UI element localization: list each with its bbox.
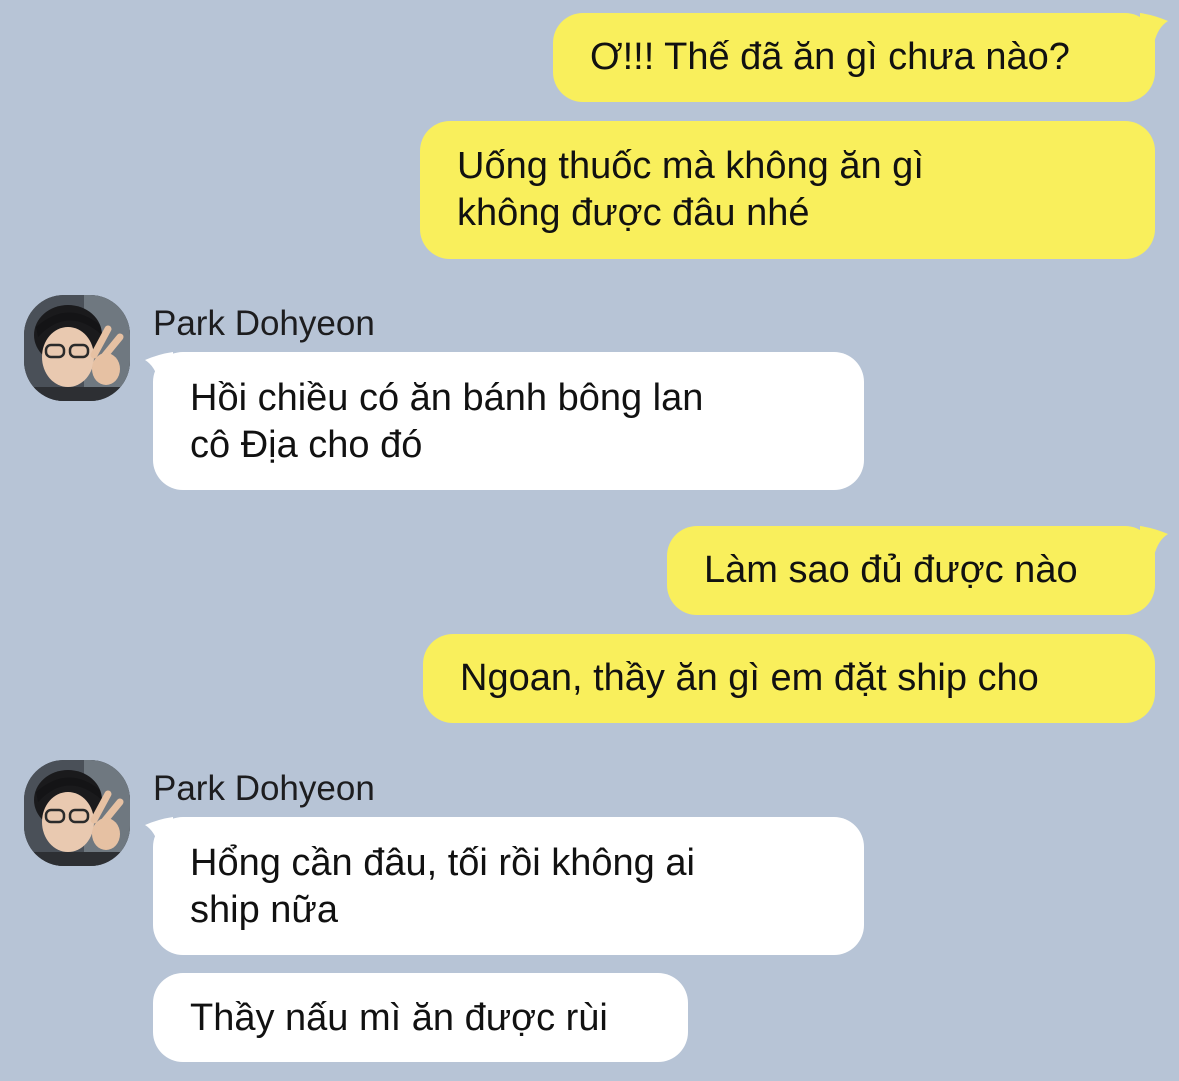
message-text: cô Địa cho đó xyxy=(190,424,423,466)
message-text: Hồi chiều có ăn bánh bông lan xyxy=(190,377,704,419)
incoming-message-bubble[interactable]: Hồi chiều có ăn bánh bông lan cô Địa cho… xyxy=(153,352,864,490)
message-text: không được đâu nhé xyxy=(457,192,810,234)
profile-photo-avatar-icon xyxy=(24,760,130,866)
avatar[interactable] xyxy=(24,295,130,401)
message-text: Ngoan, thầy ăn gì em đặt ship cho xyxy=(460,657,1039,699)
bubble-tail-icon xyxy=(1140,13,1168,43)
avatar[interactable] xyxy=(24,760,130,866)
outgoing-message-bubble[interactable]: Uống thuốc mà không ăn gì không được đâu… xyxy=(420,121,1155,259)
bubble-tail-icon xyxy=(1140,526,1168,556)
bubble-tail-icon xyxy=(145,817,173,847)
message-text: Thầy nấu mì ăn được rùi xyxy=(190,997,608,1039)
profile-photo-avatar-icon xyxy=(24,295,130,401)
message-text: Hổng cần đâu, tối rồi không ai xyxy=(190,842,695,884)
message-text: Uống thuốc mà không ăn gì xyxy=(457,145,924,187)
outgoing-message-bubble[interactable]: Ơ!!! Thế đã ăn gì chưa nào? xyxy=(553,13,1155,102)
sender-name: Park Dohyeon xyxy=(153,304,375,343)
bubble-tail-icon xyxy=(145,352,173,382)
message-text: Ơ!!! Thế đã ăn gì chưa nào? xyxy=(590,36,1070,78)
outgoing-message-bubble[interactable]: Làm sao đủ được nào xyxy=(667,526,1155,615)
outgoing-message-bubble[interactable]: Ngoan, thầy ăn gì em đặt ship cho xyxy=(423,634,1155,723)
incoming-message-bubble[interactable]: Thầy nấu mì ăn được rùi xyxy=(153,973,688,1062)
sender-name: Park Dohyeon xyxy=(153,769,375,808)
message-text: Làm sao đủ được nào xyxy=(704,549,1078,591)
message-text: ship nữa xyxy=(190,889,338,931)
incoming-message-bubble[interactable]: Hổng cần đâu, tối rồi không ai ship nữa xyxy=(153,817,864,955)
